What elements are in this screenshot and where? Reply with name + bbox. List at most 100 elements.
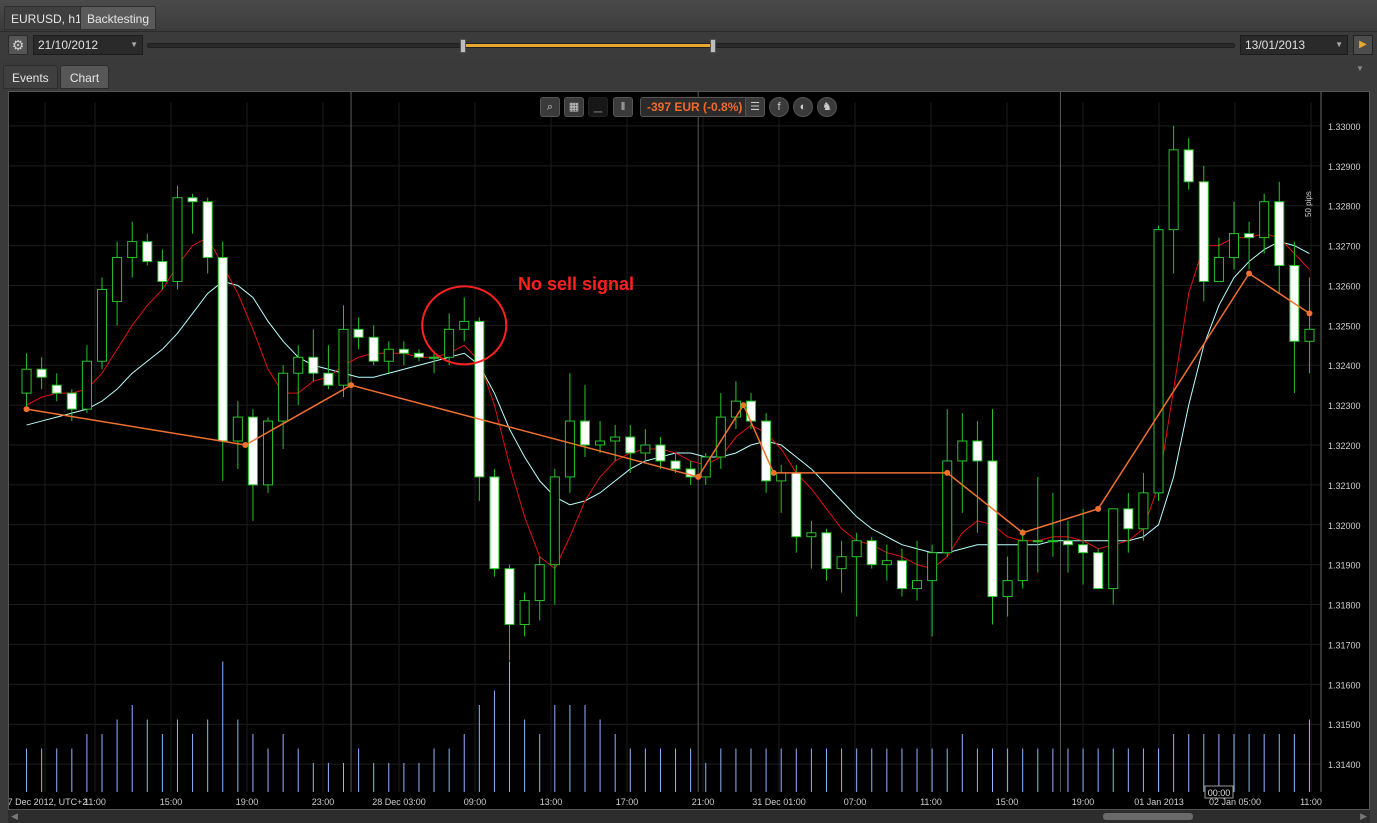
gear-icon[interactable]: ⚙ [8,35,28,55]
drawing-icon[interactable]: ▁ [588,97,608,117]
y-tick-label: 1.31600 [1328,680,1361,690]
y-tick-label: 1.32600 [1328,281,1361,291]
trader-icon[interactable]: ♞ [817,97,837,117]
candle-body [1093,552,1104,590]
slider-start-handle[interactable] [459,39,466,53]
candle-body [96,288,108,362]
zigzag-point [944,469,951,476]
candle-body [761,420,772,482]
candle-body [896,560,907,590]
candle-body [323,372,334,386]
horizontal-scrollbar[interactable]: ◀ ▶ [8,810,1370,823]
start-date-value: 21/10/2012 [38,38,99,52]
x-tick-label: 09:00 [464,797,487,807]
zigzag-point [695,473,702,480]
candle-body [519,600,530,625]
candle-body [564,420,575,478]
candle-body [1138,492,1149,530]
candle-body [1002,580,1013,598]
chevron-down-icon: ▼ [1335,40,1343,49]
chart-area[interactable]: 1.33000 1.32900 1.32800 1.32700 1.32600 1.325… [8,91,1370,810]
pnl-display: -397 EUR (-0.8%) [640,97,750,117]
x-tick-label: 11:00 [84,797,106,807]
candle-body [534,564,545,602]
start-date-picker[interactable]: 21/10/2012 ▼ [33,35,143,55]
scroll-right-icon[interactable]: ▶ [1360,811,1367,822]
chevron-down-icon[interactable]: ▼ [1356,64,1364,73]
candle-body [806,532,817,538]
y-tick-label: 1.32100 [1328,481,1361,491]
price-chart[interactable]: 1.33000 1.32900 1.32800 1.32700 1.32600 1.325… [9,92,1369,809]
candle-body [1244,233,1255,239]
scroll-thumb[interactable] [1103,813,1193,820]
candle-body [670,460,681,470]
x-tick-label: 11:00 [920,797,942,807]
x-tick-label: 27 Dec 2012, UTC+2 [9,797,87,807]
y-tick-label: 1.31500 [1328,720,1361,730]
candle-body [127,241,138,259]
tab-backtesting[interactable]: Backtesting [80,6,157,30]
y-tick-label: 1.32300 [1328,401,1361,411]
date-range-slider[interactable] [147,39,1235,53]
x-tick-label: 13:00 [540,797,563,807]
list-icon[interactable]: ☰ [745,97,765,117]
candle-body [987,460,998,598]
candle-body [912,580,923,590]
candle-body [444,328,455,358]
candle-body [549,476,560,566]
candle-body [308,356,319,374]
candle-body [36,368,47,378]
candle-body [745,400,757,422]
play-button[interactable]: ▶ [1353,35,1373,55]
x-tick-label: 11:00 [1300,797,1322,807]
y-tick-label: 1.31400 [1328,760,1361,770]
window-tab-bar: EURUSD, h1 Backtesting [0,0,1377,32]
facebook-icon[interactable]: f [769,97,789,117]
tab-chart[interactable]: Chart [60,65,109,89]
x-tick-label: 01 Jan 2013 [1134,797,1184,807]
view-tab-bar: Events Chart ▼ [0,60,1377,90]
candlestick-icon[interactable]: ‖ [613,97,633,117]
candle-body [640,444,651,454]
candle-body [1228,233,1240,259]
zigzag-point [1019,529,1026,536]
candle-body [368,336,379,362]
candle-body [459,320,470,330]
candle-body [353,328,364,338]
share-icon[interactable]: ◐ [793,97,813,117]
scroll-left-icon[interactable]: ◀ [11,811,18,822]
candle-body [293,356,304,374]
y-tick-label: 1.33000 [1328,122,1361,132]
candle-body [927,552,938,582]
candle-body [398,348,409,354]
zigzag-point [23,406,30,413]
tab-eurusd-h1[interactable]: EURUSD, h1 [4,6,89,30]
zigzag-point [770,469,777,476]
candle-body [579,420,591,446]
candle-body [595,440,606,446]
candle-body [625,436,636,454]
candle-body [247,416,258,486]
tab-events[interactable]: Events [3,65,58,89]
end-date-picker[interactable]: 13/01/2013 ▼ [1240,35,1348,55]
x-tick-label: 15:00 [996,797,1019,807]
candle-body [278,372,289,422]
candle-body [881,560,892,566]
candle-body [1274,201,1285,267]
x-tick-label: 28 Dec 03:00 [372,797,426,807]
x-tick-label: 19:00 [1072,797,1095,807]
candle-body [851,540,862,558]
slider-end-handle[interactable] [709,39,716,53]
candle-body [187,197,198,203]
x-tick-label: 23:00 [312,797,335,807]
zoom-icon[interactable]: ⌕ [540,97,560,117]
zigzag-point [242,442,249,449]
candle-body [1198,181,1209,282]
x-tick-label: 07:00 [844,797,867,807]
chevron-down-icon: ▼ [130,40,138,49]
candle-body [957,440,968,462]
chart-settings-icon[interactable]: ▦ [564,97,584,117]
candle-body [866,540,877,566]
candle-body [1153,229,1164,494]
candle-body [821,532,832,570]
